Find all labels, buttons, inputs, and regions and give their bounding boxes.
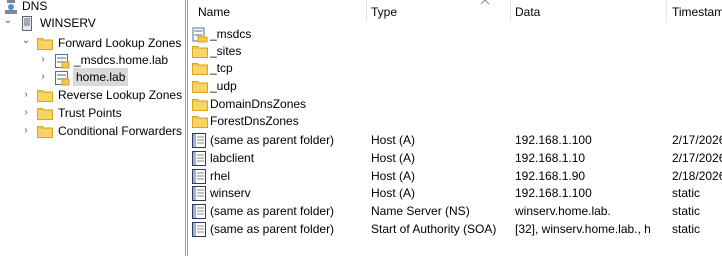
record-name: DomainDnsZones — [210, 97, 307, 111]
dns-manager-window: DNS ⌄ WINSERV ⌄ Forward Lookup Zones › _… — [0, 0, 722, 256]
record-data: 192.168.1.10 — [515, 151, 586, 165]
tree-label-dns: DNS — [22, 0, 48, 13]
tree-label-winserv: WINSERV — [40, 16, 96, 30]
chevron-right-icon[interactable]: › — [20, 122, 32, 140]
folder-icon — [192, 114, 208, 133]
record-name: winserv — [210, 186, 251, 200]
record-type: Host (A) — [371, 133, 416, 147]
chevron-right-icon[interactable]: › — [20, 104, 32, 122]
list-row[interactable]: _msdcs — [188, 26, 722, 43]
record-type: Start of Authority (SOA) — [371, 222, 497, 236]
zone-icon — [54, 70, 70, 86]
results-list: Name Type Data Timestam _msdcs _sites _tcp… — [188, 0, 722, 256]
record-timestamp: static — [672, 222, 701, 236]
tree-label-home-lab: home.lab — [73, 68, 129, 86]
record-timestamp: 2/18/2026 — [672, 169, 722, 183]
list-row[interactable]: (same as parent folder) Host (A) 192.168.1… — [188, 132, 722, 149]
list-row[interactable]: _sites — [188, 43, 722, 60]
column-header-timestamp[interactable]: Timestam — [672, 0, 722, 20]
chevron-down-icon[interactable]: ⌄ — [20, 32, 32, 50]
record-type: Name Server (NS) — [371, 204, 470, 218]
record-name: (same as parent folder) — [210, 204, 335, 218]
dns-record-icon — [192, 222, 207, 242]
column-divider[interactable] — [510, 0, 511, 22]
record-data: 192.168.1.100 — [515, 186, 592, 200]
chevron-right-icon[interactable]: › — [20, 86, 32, 104]
record-name: _udp — [210, 79, 237, 93]
folder-icon — [37, 88, 53, 102]
list-row[interactable]: DomainDnsZones — [188, 96, 722, 113]
record-name: (same as parent folder) — [210, 133, 335, 147]
record-name: _msdcs — [210, 27, 252, 41]
folder-icon — [37, 36, 53, 50]
chevron-down-icon[interactable]: ⌄ — [2, 12, 14, 30]
column-header-name[interactable]: Name — [198, 0, 368, 20]
record-name: _tcp — [210, 61, 233, 75]
record-data: 192.168.1.90 — [515, 169, 586, 183]
record-name: labclient — [210, 151, 255, 165]
tree-label-msdcs-zone: _msdcs.home.lab — [74, 53, 169, 67]
record-type: Host (A) — [371, 151, 416, 165]
zone-icon — [54, 53, 70, 69]
list-row[interactable]: _tcp — [188, 60, 722, 77]
list-row[interactable]: (same as parent folder) Name Server (NS) w… — [188, 203, 722, 220]
column-header-type[interactable]: Type — [371, 0, 511, 20]
column-divider[interactable] — [366, 0, 367, 22]
folder-icon — [37, 106, 53, 120]
list-row[interactable]: winserv Host (A) 192.168.1.100 static — [188, 185, 722, 202]
record-type: Host (A) — [371, 186, 416, 200]
record-timestamp: 2/17/2026 — [672, 133, 722, 147]
record-data: winserv.home.lab. — [515, 204, 611, 218]
record-data: [32], winserv.home.lab., h... — [515, 222, 650, 236]
record-name: _sites — [210, 44, 242, 58]
server-icon — [22, 16, 32, 31]
record-timestamp: 2/17/2026 — [672, 151, 722, 165]
list-row[interactable]: (same as parent folder) Start of Authorit… — [188, 221, 722, 238]
list-row[interactable]: ForestDnsZones — [188, 113, 722, 130]
record-name: rhel — [210, 169, 231, 183]
tree-label-trust-points: Trust Points — [58, 106, 122, 120]
tree-label-forward-lookup-zones: Forward Lookup Zones — [58, 36, 182, 50]
chevron-right-icon[interactable]: › — [37, 68, 49, 86]
list-row[interactable]: _udp — [188, 78, 722, 95]
list-row[interactable]: rhel Host (A) 192.168.1.90 2/18/2026 — [188, 168, 722, 185]
console-tree: DNS ⌄ WINSERV ⌄ Forward Lookup Zones › _… — [0, 0, 184, 256]
chevron-right-icon[interactable]: › — [37, 51, 49, 69]
column-divider[interactable] — [666, 0, 667, 22]
folder-icon — [37, 124, 53, 138]
list-row[interactable]: labclient Host (A) 192.168.1.10 2/17/2026 — [188, 150, 722, 167]
record-name: ForestDnsZones — [210, 114, 299, 128]
record-timestamp: static — [672, 186, 701, 200]
record-type: Host (A) — [371, 169, 416, 183]
column-header-data[interactable]: Data — [515, 0, 665, 20]
tree-label-reverse-lookup-zones: Reverse Lookup Zones — [58, 88, 183, 102]
record-name: (same as parent folder) — [210, 222, 335, 236]
tree-label-conditional-forwarders: Conditional Forwarders — [58, 124, 183, 138]
record-timestamp: static — [672, 204, 701, 218]
record-data: 192.168.1.100 — [515, 133, 592, 147]
